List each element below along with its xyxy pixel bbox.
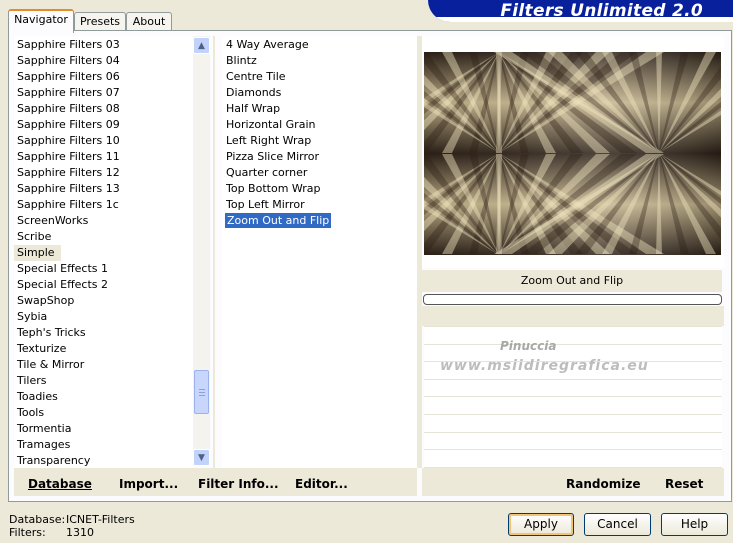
category-item[interactable]: Teph's Tricks <box>14 325 193 341</box>
filter-item[interactable]: Zoom Out and Flip <box>222 213 417 229</box>
scroll-down-button[interactable]: ▼ <box>193 449 210 466</box>
list-divider <box>213 36 215 468</box>
filter-item-label: Left Right Wrap <box>226 134 312 147</box>
grip-line <box>199 389 205 390</box>
category-item[interactable]: Sapphire Filters 13 <box>14 181 193 197</box>
category-item[interactable]: Special Effects 2 <box>14 277 193 293</box>
scroll-thumb[interactable] <box>194 370 209 414</box>
filter-item[interactable]: Pizza Slice Mirror <box>222 149 417 165</box>
chevron-up-icon: ▲ <box>198 40 205 51</box>
category-item[interactable]: Sapphire Filters 08 <box>14 101 193 117</box>
progress-bar <box>423 294 722 305</box>
filter-item-label: Quarter corner <box>226 166 308 179</box>
filter-item-label: Half Wrap <box>226 102 281 115</box>
randomize-button[interactable]: Randomize <box>566 477 640 491</box>
filter-list[interactable]: 4 Way Average Blintz Centre Tile Diamonds Ha… <box>222 36 417 469</box>
title-banner: Filters Unlimited 2.0 <box>428 0 733 22</box>
preview-title: Zoom Out and Flip <box>422 270 722 292</box>
filter-item[interactable]: Quarter corner <box>222 165 417 181</box>
category-item[interactable]: Sybia <box>14 309 193 325</box>
category-item[interactable]: SwapShop <box>14 293 193 309</box>
grip-line <box>199 392 205 393</box>
category-item[interactable]: Tile & Mirror <box>14 357 193 373</box>
database-button[interactable]: Database <box>28 477 92 491</box>
filter-item-label: Centre Tile <box>226 70 286 83</box>
parameter-row <box>424 431 722 450</box>
category-item[interactable]: Tramages <box>14 437 193 453</box>
cancel-button[interactable]: Cancel <box>584 513 651 536</box>
category-item[interactable]: Toadies <box>14 389 193 405</box>
category-item[interactable]: Sapphire Filters 07 <box>14 85 193 101</box>
category-item[interactable]: Special Effects 1 <box>14 261 193 277</box>
filter-item[interactable]: Blintz <box>222 53 417 69</box>
filters-label: Filters: <box>9 526 46 539</box>
editor-button[interactable]: Editor... <box>295 477 348 491</box>
help-button[interactable]: Help <box>661 513 728 536</box>
filter-item[interactable]: Half Wrap <box>222 101 417 117</box>
chevron-down-icon: ▼ <box>198 452 205 463</box>
filter-item[interactable]: Horizontal Grain <box>222 117 417 133</box>
tab-about[interactable]: About <box>126 12 172 31</box>
filter-item[interactable]: Centre Tile <box>222 69 417 85</box>
filter-item[interactable]: 4 Way Average <box>222 37 417 53</box>
parameter-row <box>424 326 722 344</box>
category-item[interactable]: Sapphire Filters 11 <box>14 149 193 165</box>
filter-item-label: Horizontal Grain <box>226 118 316 131</box>
category-item[interactable]: ScreenWorks <box>14 213 193 229</box>
category-item[interactable]: Simple <box>14 245 61 261</box>
filter-info-button[interactable]: Filter Info... <box>198 477 279 491</box>
filter-item-label: Blintz <box>226 54 257 67</box>
category-item[interactable]: Tools <box>14 405 193 421</box>
app-title: Filters Unlimited 2.0 <box>500 1 703 21</box>
parameter-row <box>424 396 722 415</box>
category-list[interactable]: Sapphire Filters 03 Sapphire Filters 04 Sa… <box>14 36 193 469</box>
filter-item[interactable]: Left Right Wrap <box>222 133 417 149</box>
tab-presets[interactable]: Presets <box>74 12 126 31</box>
filters-count: 1310 <box>66 526 94 539</box>
category-item[interactable]: Tilers <box>14 373 193 389</box>
category-item[interactable]: Sapphire Filters 06 <box>14 69 193 85</box>
filter-item[interactable]: Top Left Mirror <box>222 197 417 213</box>
category-item[interactable]: Scribe <box>14 229 193 245</box>
category-item[interactable]: Sapphire Filters 03 <box>14 37 193 53</box>
category-scrollbar[interactable]: ▲ ▼ <box>193 36 210 466</box>
parameter-row <box>424 414 722 432</box>
filter-item-label: Zoom Out and Flip <box>225 213 332 228</box>
parameter-row <box>424 449 722 468</box>
param-header <box>422 306 724 326</box>
category-item[interactable]: Sapphire Filters 1c <box>14 197 193 213</box>
database-label: Database: <box>9 513 66 526</box>
category-item[interactable]: Sapphire Filters 10 <box>14 133 193 149</box>
category-item[interactable]: Tormentia <box>14 421 193 437</box>
filter-item-label: Top Left Mirror <box>226 198 305 211</box>
scroll-up-button[interactable]: ▲ <box>193 37 210 54</box>
reset-button[interactable]: Reset <box>665 477 703 491</box>
parameter-row <box>424 378 722 397</box>
filter-item-label: Top Bottom Wrap <box>226 182 321 195</box>
preview-image <box>424 52 721 255</box>
watermark-url: www.msiidiregrafica.eu <box>440 358 649 374</box>
filter-item[interactable]: Top Bottom Wrap <box>222 181 417 197</box>
filter-item-label: Pizza Slice Mirror <box>226 150 320 163</box>
filter-item[interactable]: Diamonds <box>222 85 417 101</box>
category-item[interactable]: Texturize <box>14 341 193 357</box>
apply-button[interactable]: Apply <box>508 513 574 536</box>
watermark-name: Pinuccia <box>500 339 557 353</box>
category-item[interactable]: Sapphire Filters 04 <box>14 53 193 69</box>
category-item[interactable]: Sapphire Filters 12 <box>14 165 193 181</box>
filter-item-label: Diamonds <box>226 86 282 99</box>
grip-line <box>199 395 205 396</box>
tab-navigator[interactable]: Navigator <box>8 9 74 33</box>
category-item[interactable]: Sapphire Filters 09 <box>14 117 193 133</box>
category-item[interactable]: Transparency <box>14 453 193 469</box>
import-button[interactable]: Import... <box>119 477 178 491</box>
filter-item-label: 4 Way Average <box>226 38 309 51</box>
database-value: ICNET-Filters <box>66 513 135 526</box>
